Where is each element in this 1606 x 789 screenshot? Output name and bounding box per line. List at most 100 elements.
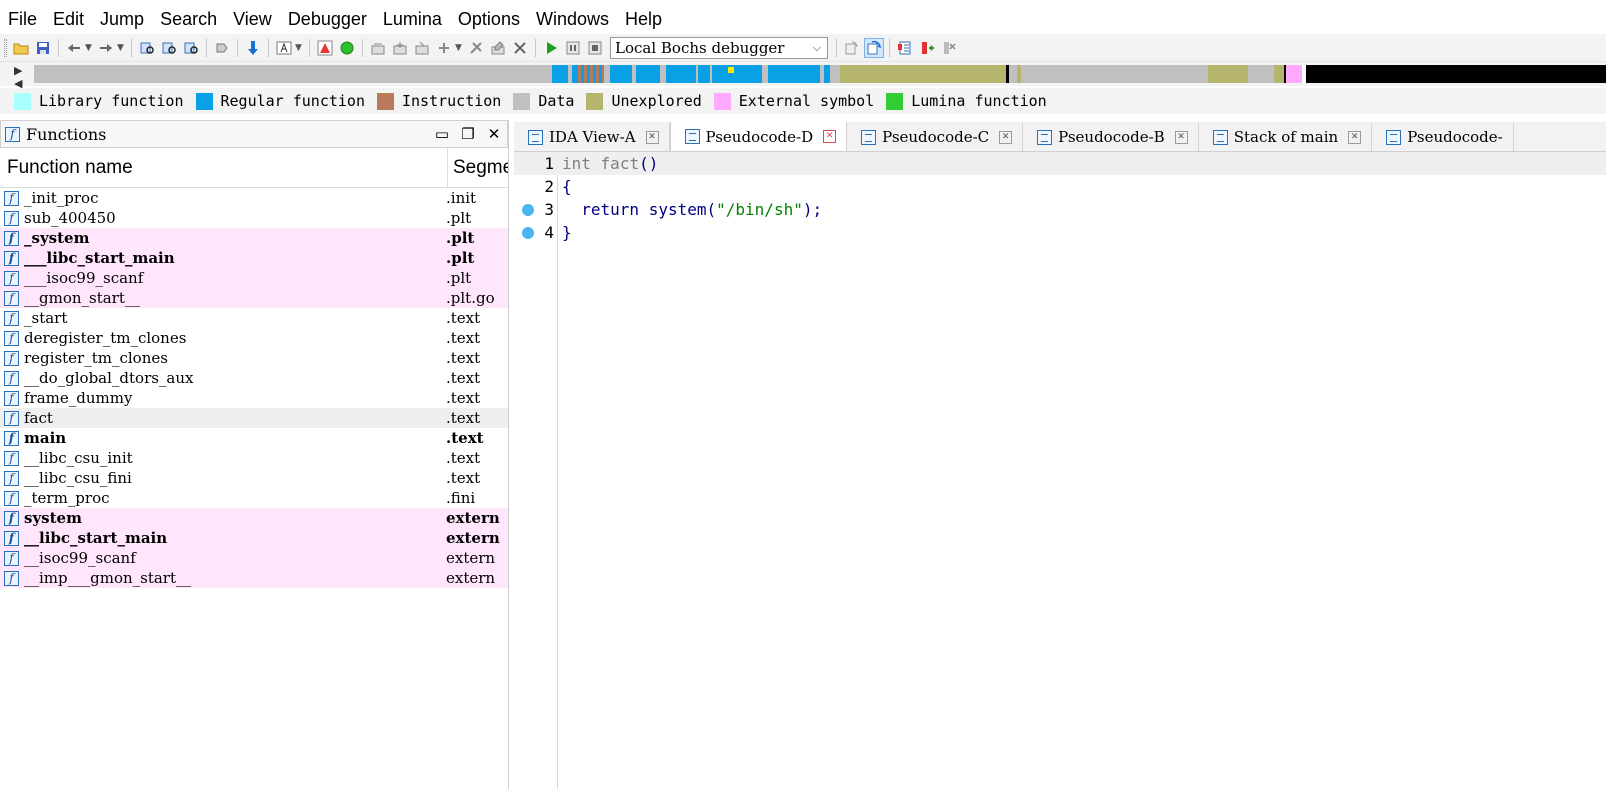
tab-close-icon[interactable]: ✕	[645, 130, 659, 144]
function-row[interactable]: f _term_proc .fini	[0, 488, 508, 508]
tab-pseudocode[interactable]: Pseudocode-	[1372, 123, 1514, 151]
stop-icon[interactable]	[585, 38, 605, 58]
column-header-function-name[interactable]: Function name	[0, 148, 448, 187]
toolbar-grip[interactable]	[4, 38, 7, 57]
column-header-segment[interactable]: Segme	[448, 157, 508, 179]
maximize-icon[interactable]: ▭	[429, 125, 455, 143]
function-row[interactable]: f _init_proc .init	[0, 188, 508, 208]
breakpoint-list-icon[interactable]	[895, 38, 915, 58]
function-name: ___libc_start_main	[24, 249, 175, 267]
save-icon[interactable]	[33, 38, 53, 58]
menu-view[interactable]: View	[225, 4, 280, 34]
pause-icon[interactable]	[563, 38, 583, 58]
code-text: }	[562, 223, 572, 242]
function-row[interactable]: f main .text	[0, 428, 508, 448]
function-row[interactable]: f _start .text	[0, 308, 508, 328]
rename-icon[interactable]	[488, 38, 508, 58]
back-arrow-icon[interactable]	[64, 38, 84, 58]
tab-close-icon[interactable]: ✕	[999, 130, 1013, 144]
text-format-icon[interactable]	[274, 38, 294, 58]
nav-segment-regular	[768, 65, 820, 83]
code-function-name[interactable]: fact	[601, 154, 640, 173]
undefine-icon[interactable]	[466, 38, 486, 58]
line-number-gutter[interactable]	[514, 152, 558, 789]
add-breakpoint-icon[interactable]	[917, 38, 937, 58]
function-row[interactable]: f __libc_start_main extern	[0, 528, 508, 548]
menu-search[interactable]: Search	[152, 4, 225, 34]
make-string-icon[interactable]	[412, 38, 432, 58]
function-row[interactable]: f __isoc99_scanf extern	[0, 548, 508, 568]
function-row[interactable]: f __gmon_start__ .plt.go	[0, 288, 508, 308]
function-segment: extern	[446, 569, 496, 587]
menu-edit[interactable]: Edit	[45, 4, 92, 34]
function-row[interactable]: f sub_400450 .plt	[0, 208, 508, 228]
menu-jump[interactable]: Jump	[92, 4, 152, 34]
function-row[interactable]: f frame_dummy .text	[0, 388, 508, 408]
open-folder-icon[interactable]	[11, 38, 31, 58]
make-data-icon[interactable]	[390, 38, 410, 58]
close-icon[interactable]: ✕	[481, 125, 507, 143]
code-call[interactable]: system(	[649, 200, 716, 219]
back-dropdown-icon[interactable]: ▼	[85, 43, 93, 53]
search-binary-icon[interactable]	[137, 38, 157, 58]
delete-x-icon[interactable]	[510, 38, 530, 58]
debugger-select-value: Local Bochs debugger	[615, 38, 785, 57]
find-next-icon[interactable]	[212, 38, 232, 58]
restore-window-icon[interactable]: ❐	[455, 125, 481, 143]
tab-stack-of-main[interactable]: Stack of main ✕	[1198, 123, 1373, 151]
delete-breakpoint-icon[interactable]	[939, 38, 959, 58]
function-row[interactable]: f system extern	[0, 508, 508, 528]
tab-pseudocode-b[interactable]: Pseudocode-B ✕	[1023, 123, 1199, 151]
menu-debugger[interactable]: Debugger	[280, 4, 375, 34]
tab-close-icon[interactable]: ✕	[823, 130, 837, 143]
problem-warning-icon[interactable]	[315, 38, 335, 58]
make-array-dropdown-icon[interactable]: ▼	[455, 43, 463, 53]
start-debugger-play-icon[interactable]	[541, 38, 561, 58]
function-row[interactable]: f __libc_csu_fini .text	[0, 468, 508, 488]
function-row[interactable]: f ___libc_start_main .plt	[0, 248, 508, 268]
step-into-icon[interactable]	[842, 38, 862, 58]
function-row[interactable]: f __do_global_dtors_aux .text	[0, 368, 508, 388]
menu-file[interactable]: File	[0, 4, 45, 34]
search-immediate-icon[interactable]	[181, 38, 201, 58]
tab-pseudocode-d[interactable]: Pseudocode-D ✕	[669, 122, 848, 151]
green-circle-icon[interactable]	[337, 38, 357, 58]
tab-pseudocode-c[interactable]: Pseudocode-C ✕	[847, 123, 1024, 151]
code-line-1[interactable]: 1 int fact()	[514, 152, 1606, 175]
navigation-band[interactable]: ▶ ◀	[0, 62, 1606, 90]
menu-windows[interactable]: Windows	[528, 4, 617, 34]
code-line-4[interactable]: 4 }	[514, 221, 1606, 244]
search-text-icon[interactable]	[159, 38, 179, 58]
debugger-select[interactable]: Local Bochs debugger ⌵	[610, 36, 828, 59]
jump-down-arrow-icon[interactable]	[243, 38, 263, 58]
tab-ida-view-a[interactable]: IDA View-A ✕	[514, 123, 670, 151]
function-row[interactable]: f ___isoc99_scanf .plt	[0, 268, 508, 288]
code-string[interactable]: "/bin/sh"	[716, 200, 803, 219]
code-line-3[interactable]: 3 return system("/bin/sh");	[514, 198, 1606, 221]
menu-help[interactable]: Help	[617, 4, 670, 34]
pseudocode-view[interactable]: 1 int fact() 2 { 3 return system("/bin/s…	[514, 152, 1606, 789]
make-code-icon[interactable]	[368, 38, 388, 58]
forward-arrow-icon[interactable]	[96, 38, 116, 58]
menu-lumina[interactable]: Lumina	[375, 4, 450, 34]
function-row[interactable]: f register_tm_clones .text	[0, 348, 508, 368]
forward-dropdown-icon[interactable]: ▼	[117, 43, 125, 53]
function-row[interactable]: f deregister_tm_clones .text	[0, 328, 508, 348]
code-text: int fact()	[562, 152, 658, 175]
code-line-2[interactable]: 2 {	[514, 175, 1606, 198]
function-row[interactable]: f __libc_csu_init .text	[0, 448, 508, 468]
nav-band-arrow-icon[interactable]: ▶ ◀	[14, 64, 28, 90]
navigation-strip[interactable]	[34, 65, 1606, 83]
function-row[interactable]: f _system .plt	[0, 228, 508, 248]
step-over-icon[interactable]	[864, 37, 884, 58]
tab-close-icon[interactable]: ✕	[1348, 130, 1362, 144]
tab-close-icon[interactable]: ✕	[1174, 130, 1188, 144]
functions-title-bar[interactable]: f Functions ▭ ❐ ✕	[0, 120, 508, 148]
menu-options[interactable]: Options	[450, 4, 528, 34]
function-row[interactable]: f fact .text	[0, 408, 508, 428]
function-segment: .text	[446, 309, 481, 327]
text-format-dropdown-icon[interactable]: ▼	[295, 43, 303, 53]
function-row[interactable]: f __imp___gmon_start__ extern	[0, 568, 508, 588]
nav-segment-regular	[610, 65, 632, 83]
make-array-icon[interactable]	[434, 38, 454, 58]
